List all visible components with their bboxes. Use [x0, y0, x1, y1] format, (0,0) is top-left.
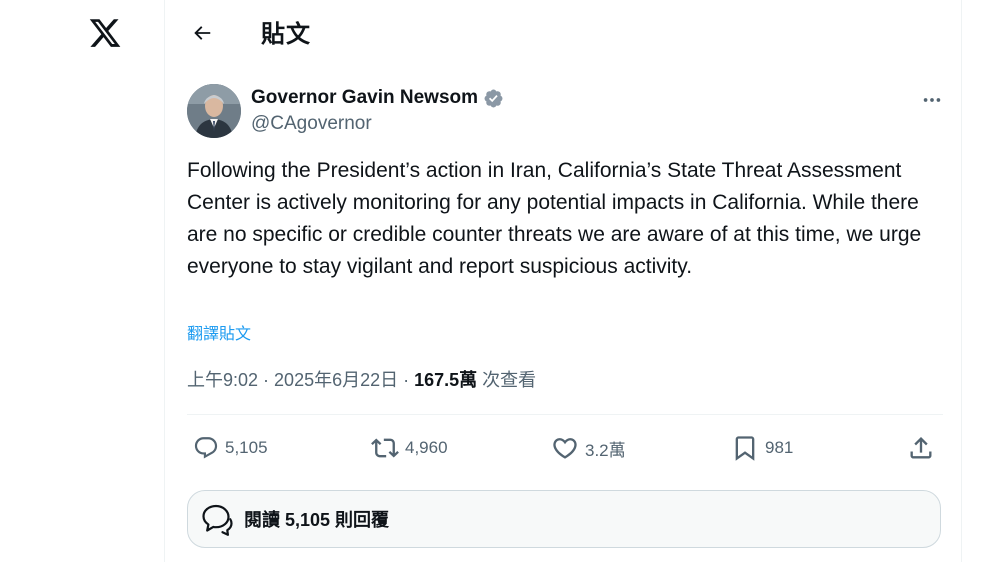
verified-badge-icon [483, 88, 504, 109]
like-count: 3.2萬 [585, 440, 626, 460]
read-replies-label: 閱讀 5,105 則回覆 [244, 510, 390, 530]
meta-separator: · [398, 370, 415, 390]
meta-separator: · [258, 370, 275, 390]
bookmark-icon [735, 436, 755, 461]
chat-bubbles-icon [202, 504, 233, 536]
repost-button[interactable]: 4,960 [371, 428, 448, 468]
views-label: 次查看 [477, 370, 537, 390]
translate-post-link[interactable]: 翻譯貼文 [187, 320, 251, 344]
reply-count: 5,105 [225, 438, 268, 457]
share-button[interactable] [907, 428, 935, 468]
heart-icon [553, 438, 577, 459]
more-options-button[interactable] [917, 88, 947, 112]
arrow-left-icon [194, 26, 211, 40]
tweet-actions-bar: 5,105 4,960 3.2萬 981 [187, 428, 943, 468]
author-name[interactable]: Governor Gavin Newsom [251, 87, 478, 109]
bookmark-button[interactable]: 981 [731, 428, 793, 468]
views-count: 167.5萬 [414, 370, 478, 390]
more-horizontal-icon [923, 98, 941, 102]
divider [187, 414, 943, 415]
tweet-time[interactable]: 上午9:02 [187, 370, 258, 390]
reply-icon [194, 437, 218, 459]
bookmark-count: 981 [765, 438, 794, 457]
like-button[interactable]: 3.2萬 [551, 428, 626, 468]
read-replies-button[interactable]: 閱讀 5,105 則回覆 [187, 490, 941, 548]
tweet-date[interactable]: 2025年6月22日 [274, 370, 398, 390]
left-rail [0, 0, 164, 562]
avatar[interactable] [187, 84, 241, 138]
post-detail-column: 貼文 Governor Gavin Newsom @CAgovernor Fol… [164, 0, 962, 562]
author-name-line: Governor Gavin Newsom [251, 87, 504, 109]
back-button[interactable] [185, 16, 219, 50]
repost-icon [371, 438, 399, 458]
tweet-meta: 上午9:02 · 2025年6月22日 · 167.5萬 次查看 [187, 366, 536, 392]
share-icon [910, 437, 932, 459]
author-row: Governor Gavin Newsom @CAgovernor [187, 84, 947, 140]
repost-count: 4,960 [405, 438, 448, 457]
author-handle[interactable]: @CAgovernor [251, 113, 372, 135]
x-logo-icon[interactable] [86, 14, 124, 52]
page-header: 貼文 [165, 0, 963, 66]
page-title: 貼文 [261, 21, 311, 48]
reply-button[interactable]: 5,105 [193, 428, 268, 468]
tweet-text: Following the President’s action in Iran… [187, 159, 922, 278]
